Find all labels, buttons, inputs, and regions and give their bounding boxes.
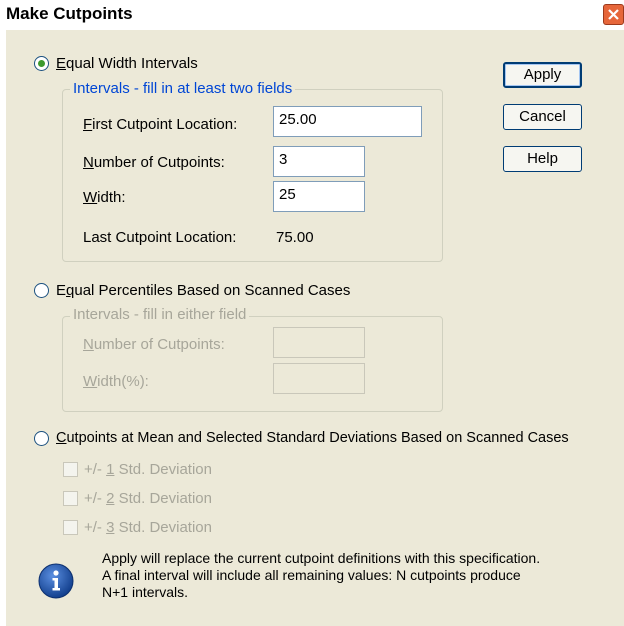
sd-1-checkbox[interactable] [63, 462, 78, 477]
equal-percentiles-group-title: Intervals - fill in either field [70, 306, 250, 323]
cancel-button[interactable]: Cancel [503, 104, 582, 130]
percentiles-width-input[interactable] [273, 363, 365, 394]
equal-width-label[interactable]: Equal Width Intervals [56, 55, 198, 72]
close-button[interactable] [603, 4, 624, 25]
equal-percentiles-radio[interactable] [34, 283, 49, 298]
sd-3-label: +/- 3 Std. Deviation [84, 519, 212, 536]
info-line-3: N+1 intervals. [102, 584, 188, 600]
sd-2-label: +/- 2 Std. Deviation [84, 490, 212, 507]
equal-percentiles-label[interactable]: Equal Percentiles Based on Scanned Cases [56, 282, 350, 299]
info-line-2: A final interval will include all remain… [102, 567, 521, 583]
radio-selected-dot [38, 60, 45, 67]
number-of-cutpoints-label: Number of Cutpoints: [83, 154, 225, 171]
percentiles-width-label: Width(%): [83, 373, 149, 390]
percentiles-number-input[interactable] [273, 327, 365, 358]
number-of-cutpoints-input[interactable]: 3 [273, 146, 365, 177]
sd-2-checkbox[interactable] [63, 491, 78, 506]
width-input[interactable]: 25 [273, 181, 365, 212]
close-icon [608, 9, 619, 20]
apply-button[interactable]: Apply [503, 62, 582, 88]
sd-3-checkbox[interactable] [63, 520, 78, 535]
first-cutpoint-input[interactable]: 25.00 [273, 106, 422, 137]
mean-sd-radio[interactable] [34, 431, 49, 446]
help-button[interactable]: Help [503, 146, 582, 172]
info-line-1: Apply will replace the current cutpoint … [102, 550, 541, 566]
width-label: Width: [83, 189, 126, 206]
equal-width-radio[interactable] [34, 56, 49, 71]
last-cutpoint-value: 75.00 [276, 229, 314, 246]
sd-1-label: +/- 1 Std. Deviation [84, 461, 212, 478]
last-cutpoint-label: Last Cutpoint Location: [83, 229, 237, 246]
equal-percentiles-intervals-group [62, 316, 443, 412]
info-icon [38, 563, 74, 599]
first-cutpoint-label: First Cutpoint Location: [83, 116, 238, 133]
percentiles-number-label: Number of Cutpoints: [83, 336, 225, 353]
window-title: Make Cutpoints [6, 4, 133, 23]
make-cutpoints-dialog: Make Cutpoints Equal Width Intervals Int… [0, 0, 624, 626]
mean-sd-label[interactable]: Cutpoints at Mean and Selected Standard … [56, 430, 569, 446]
equal-width-group-title: Intervals - fill in at least two fields [70, 80, 296, 97]
title-bar: Make Cutpoints [0, 0, 624, 30]
